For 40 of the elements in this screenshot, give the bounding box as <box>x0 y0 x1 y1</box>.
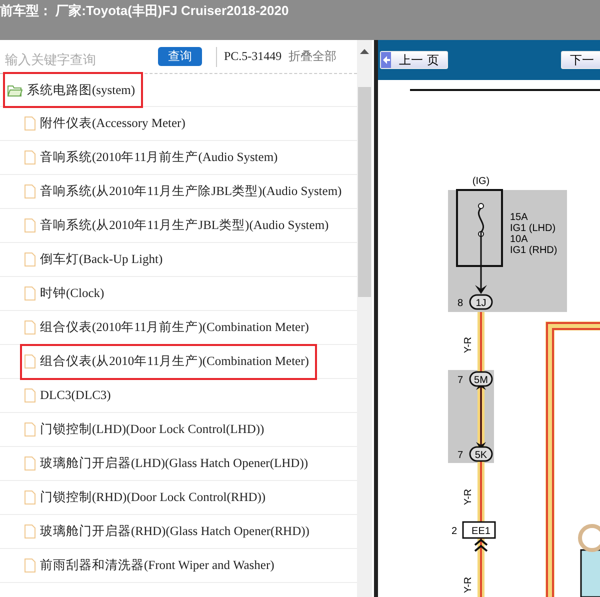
open-folder-icon <box>7 84 23 96</box>
document-icon <box>24 252 36 267</box>
document-icon <box>24 524 36 539</box>
tree-item[interactable]: 时钟(Clock) <box>20 276 112 312</box>
document-icon <box>24 422 36 437</box>
tree-item[interactable]: 音响系统(从2010年11月生产除JBL类型)(Audio System) <box>20 174 350 210</box>
window-title: 前车型： 厂家:Toyota(丰田)FJ Cruiser2018-2020 <box>0 3 289 18</box>
previous-page-button[interactable]: 上一 页 <box>380 51 448 69</box>
document-icon <box>24 456 36 471</box>
tree-item[interactable]: 附件仪表(Accessory Meter) <box>20 106 194 142</box>
document-icon <box>24 184 36 199</box>
tree-item[interactable]: 音响系统(2010年11月前生产(Audio System) <box>20 140 286 176</box>
document-icon <box>24 218 36 233</box>
document-icon <box>24 354 36 369</box>
document-icon <box>24 116 36 131</box>
tree-item[interactable]: 玻璃舱门开启器(RHD)(Glass Hatch Opener(RHD)) <box>20 514 318 550</box>
tree-item[interactable]: 组合仪表(2010年11月前生产)(Combination Meter) <box>20 310 317 346</box>
document-icon <box>24 558 36 573</box>
tree-item[interactable]: 系统电路图(system) <box>3 72 144 108</box>
collapse-all-link[interactable]: 折叠全部 <box>288 48 337 65</box>
tree-item[interactable]: DLC3(DLC3) <box>20 378 119 414</box>
search-button[interactable]: 查询 <box>158 47 202 66</box>
tree-item[interactable]: 倒车灯(Back-Up Light) <box>20 242 171 278</box>
wiring-diagram: (IG) 15A IG1 (LHD) 10A IG1 (RHD) Y-R Y-R Y-R 8 1J 7 5M 7 5K 2 EE1 <box>378 80 600 597</box>
tree-item[interactable]: 门锁控制(LHD)(Door Lock Control(LHD)) <box>20 412 272 448</box>
tree-item[interactable]: 音响系统(从2010年11月生产JBL类型)(Audio System) <box>20 208 337 244</box>
document-icon <box>24 150 36 165</box>
document-icon <box>24 490 36 505</box>
tree-item[interactable]: 组合仪表(从2010年11月生产)(Combination Meter) <box>20 344 317 380</box>
next-page-button[interactable]: 下一 <box>560 51 600 69</box>
tree-item[interactable]: 门锁控制(RHD)(Door Lock Control(RHD)) <box>20 480 274 516</box>
scroll-thumb[interactable] <box>358 87 371 297</box>
document-icon <box>24 286 36 301</box>
page-code: PC.5-31449 <box>224 49 282 64</box>
tree-item[interactable]: 玻璃舱门开启器(LHD)(Glass Hatch Opener(LHD)) <box>20 446 316 482</box>
scrollbar[interactable] <box>357 40 372 597</box>
document-icon <box>24 388 36 403</box>
scroll-up-icon[interactable] <box>360 48 369 54</box>
document-icon <box>24 320 36 335</box>
tree-item[interactable]: 前雨刮器和清洗器(Front Wiper and Washer) <box>20 548 282 584</box>
